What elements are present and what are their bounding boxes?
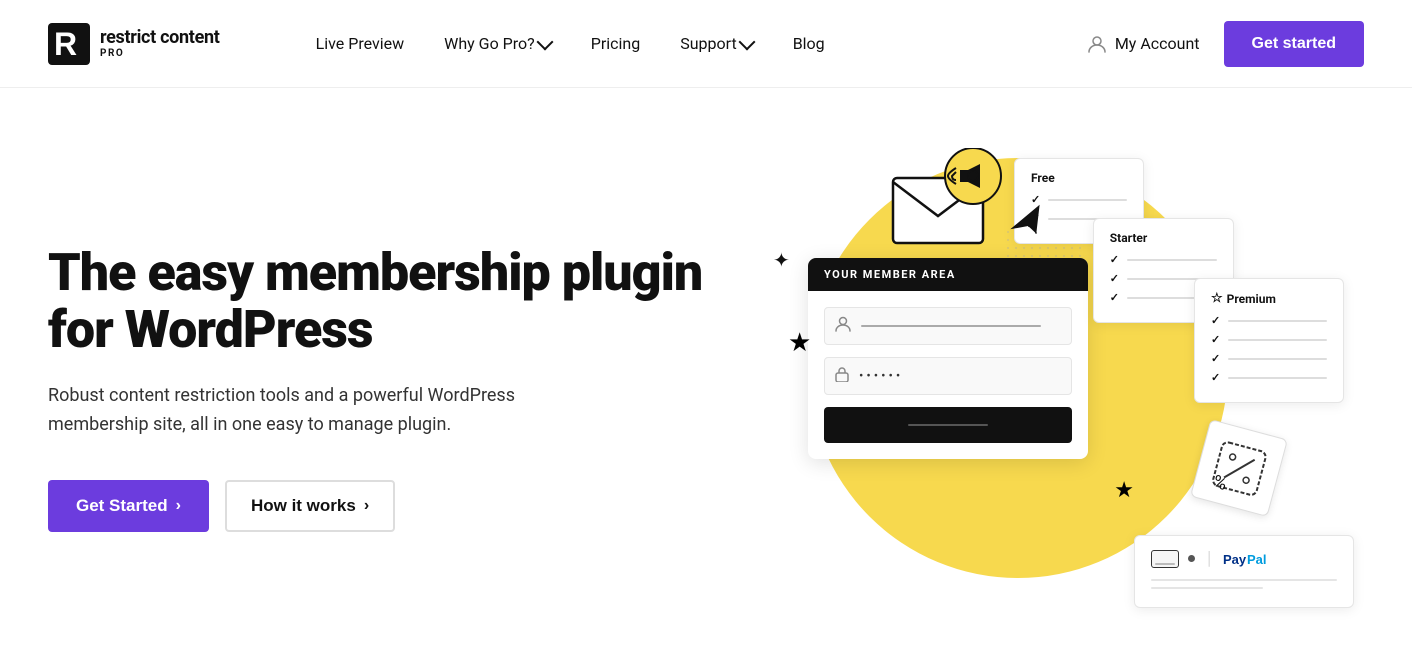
- username-field: [824, 307, 1072, 345]
- svg-text:R: R: [54, 26, 77, 62]
- arrow-right-icon: ›: [176, 497, 181, 515]
- nav-pricing[interactable]: Pricing: [575, 26, 657, 61]
- checkmark-icon: ✓: [1110, 272, 1119, 285]
- checkmark-icon: ✓: [1211, 371, 1220, 384]
- hero-get-started-button[interactable]: Get Started ›: [48, 480, 209, 532]
- payment-line-2: [1151, 587, 1263, 589]
- password-dots: ••••••: [859, 369, 903, 384]
- payment-card: | Pay Pal: [1134, 535, 1354, 608]
- checkmark-icon: ✓: [1211, 352, 1220, 365]
- pricing-premium-item-4: ✓: [1211, 371, 1327, 384]
- nav-right: My Account Get started: [1087, 21, 1364, 67]
- logo-pro-badge: PRO: [100, 48, 220, 59]
- nav-why-go-pro[interactable]: Why Go Pro?: [428, 26, 567, 61]
- hero-section: The easy membership plugin for WordPress…: [0, 88, 1412, 668]
- support-chevron-icon: [738, 34, 755, 51]
- lock-field-icon: [835, 366, 849, 386]
- pricing-premium-item-2: ✓: [1211, 333, 1327, 346]
- pricing-card-premium: ☆ Premium ✓ ✓ ✓ ✓: [1194, 278, 1344, 403]
- credit-card-icon: [1151, 550, 1179, 568]
- pricing-free-item-1: ✓: [1031, 193, 1127, 206]
- nav-blog[interactable]: Blog: [777, 26, 841, 61]
- star-decoration-2: ✦: [773, 248, 790, 272]
- checkmark-icon: ✓: [1110, 253, 1119, 266]
- logo-link[interactable]: R restrict content PRO: [48, 23, 220, 65]
- checkmark-icon: ✓: [1211, 333, 1220, 346]
- pricing-free-title: Free: [1031, 171, 1127, 185]
- nav-get-started-button[interactable]: Get started: [1224, 21, 1364, 67]
- svg-text:Pal: Pal: [1247, 552, 1267, 567]
- why-go-pro-chevron-icon: [536, 34, 553, 51]
- user-icon: [1087, 34, 1107, 54]
- member-area-card: YOUR MEMBER AREA: [808, 258, 1088, 459]
- navbar: R restrict content PRO Live Preview Why …: [0, 0, 1412, 88]
- member-area-header: YOUR MEMBER AREA: [808, 258, 1088, 291]
- pricing-premium-item-3: ✓: [1211, 352, 1327, 365]
- pricing-premium-title: ☆ Premium: [1211, 291, 1327, 306]
- logo-icon: R: [48, 23, 90, 65]
- form-submit-button: [824, 407, 1072, 443]
- cc-chip-icon: [1188, 555, 1195, 562]
- checkmark-icon: ✓: [1110, 291, 1119, 304]
- hero-how-it-works-button[interactable]: How it works ›: [225, 480, 395, 532]
- paypal-logo: Pay Pal: [1223, 550, 1283, 568]
- pricing-premium-item-1: ✓: [1211, 314, 1327, 327]
- star-decoration-1: ★: [788, 328, 811, 358]
- hero-content: The easy membership plugin for WordPress…: [48, 244, 728, 532]
- svg-text:Pay: Pay: [1223, 552, 1247, 567]
- nav-support[interactable]: Support: [664, 26, 768, 61]
- hero-illustration: ★ ✦ ★ YOUR MEMBER AREA: [728, 128, 1364, 648]
- member-area-body: ••••••: [808, 291, 1088, 459]
- hero-title: The easy membership plugin for WordPress: [48, 244, 728, 358]
- svg-text:%: %: [1211, 471, 1229, 495]
- payment-icons: | Pay Pal: [1151, 548, 1337, 569]
- submit-line-decoration: [908, 424, 988, 426]
- user-field-icon: [835, 316, 851, 336]
- hero-buttons: Get Started › How it works ›: [48, 480, 728, 532]
- star-decoration-3: ★: [1114, 478, 1134, 503]
- envelope-illustration: [888, 148, 1008, 252]
- pricing-starter-title: Starter: [1110, 231, 1217, 245]
- my-account-link[interactable]: My Account: [1087, 34, 1200, 54]
- password-field: ••••••: [824, 357, 1072, 395]
- envelope-icon: [888, 148, 1008, 248]
- checkmark-icon: ✓: [1211, 314, 1220, 327]
- payment-line-1: [1151, 579, 1337, 581]
- hero-subtitle: Robust content restriction tools and a p…: [48, 382, 568, 440]
- nav-live-preview[interactable]: Live Preview: [300, 26, 421, 61]
- pricing-starter-item-1: ✓: [1110, 253, 1217, 266]
- nav-links: Live Preview Why Go Pro? Pricing Support…: [300, 26, 1087, 61]
- star-premium-icon: ☆: [1211, 291, 1223, 306]
- arrow-icon: ›: [364, 497, 369, 515]
- logo-name: restrict content: [100, 28, 220, 48]
